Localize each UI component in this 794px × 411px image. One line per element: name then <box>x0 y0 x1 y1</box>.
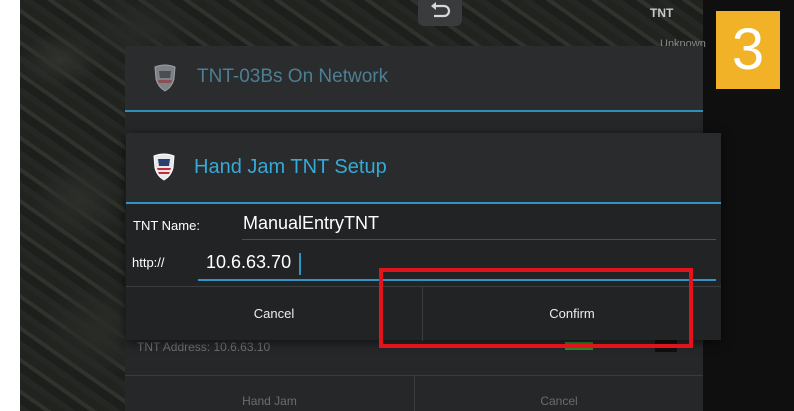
confirm-highlight-box <box>379 268 693 348</box>
text-cursor <box>299 253 301 275</box>
dialog-button-bar: Hand Jam Cancel <box>125 375 703 411</box>
panel-header-label: TNT <box>650 6 674 20</box>
shield-logo-icon <box>154 64 176 92</box>
dialog-header: TNT-03Bs On Network <box>125 46 703 112</box>
tnt-address-text: TNT Address: 10.6.63.10 <box>137 340 271 354</box>
tnt-name-input[interactable]: ManualEntryTNT <box>242 211 716 240</box>
tnt-name-label: TNT Name: <box>133 218 200 233</box>
dialog-title: Hand Jam TNT Setup <box>194 156 387 178</box>
url-prefix-label: http:// <box>132 255 165 270</box>
hand-jam-button[interactable]: Hand Jam <box>125 376 415 411</box>
tnt-name-value: ManualEntryTNT <box>243 213 380 233</box>
shield-logo-icon <box>153 153 175 181</box>
url-value: 10.6.63.70 <box>206 252 292 272</box>
step-number-badge: 3 <box>716 11 780 89</box>
background-cancel-button[interactable]: Cancel <box>415 376 703 411</box>
back-button[interactable] <box>418 0 462 26</box>
app-screen: TNT Unknown TNT-03Bs On Network TNT Addr… <box>20 0 794 411</box>
dialog-header: Hand Jam TNT Setup <box>126 133 721 204</box>
dialog-title: TNT-03Bs On Network <box>197 66 389 87</box>
back-arrow-icon <box>431 2 451 18</box>
